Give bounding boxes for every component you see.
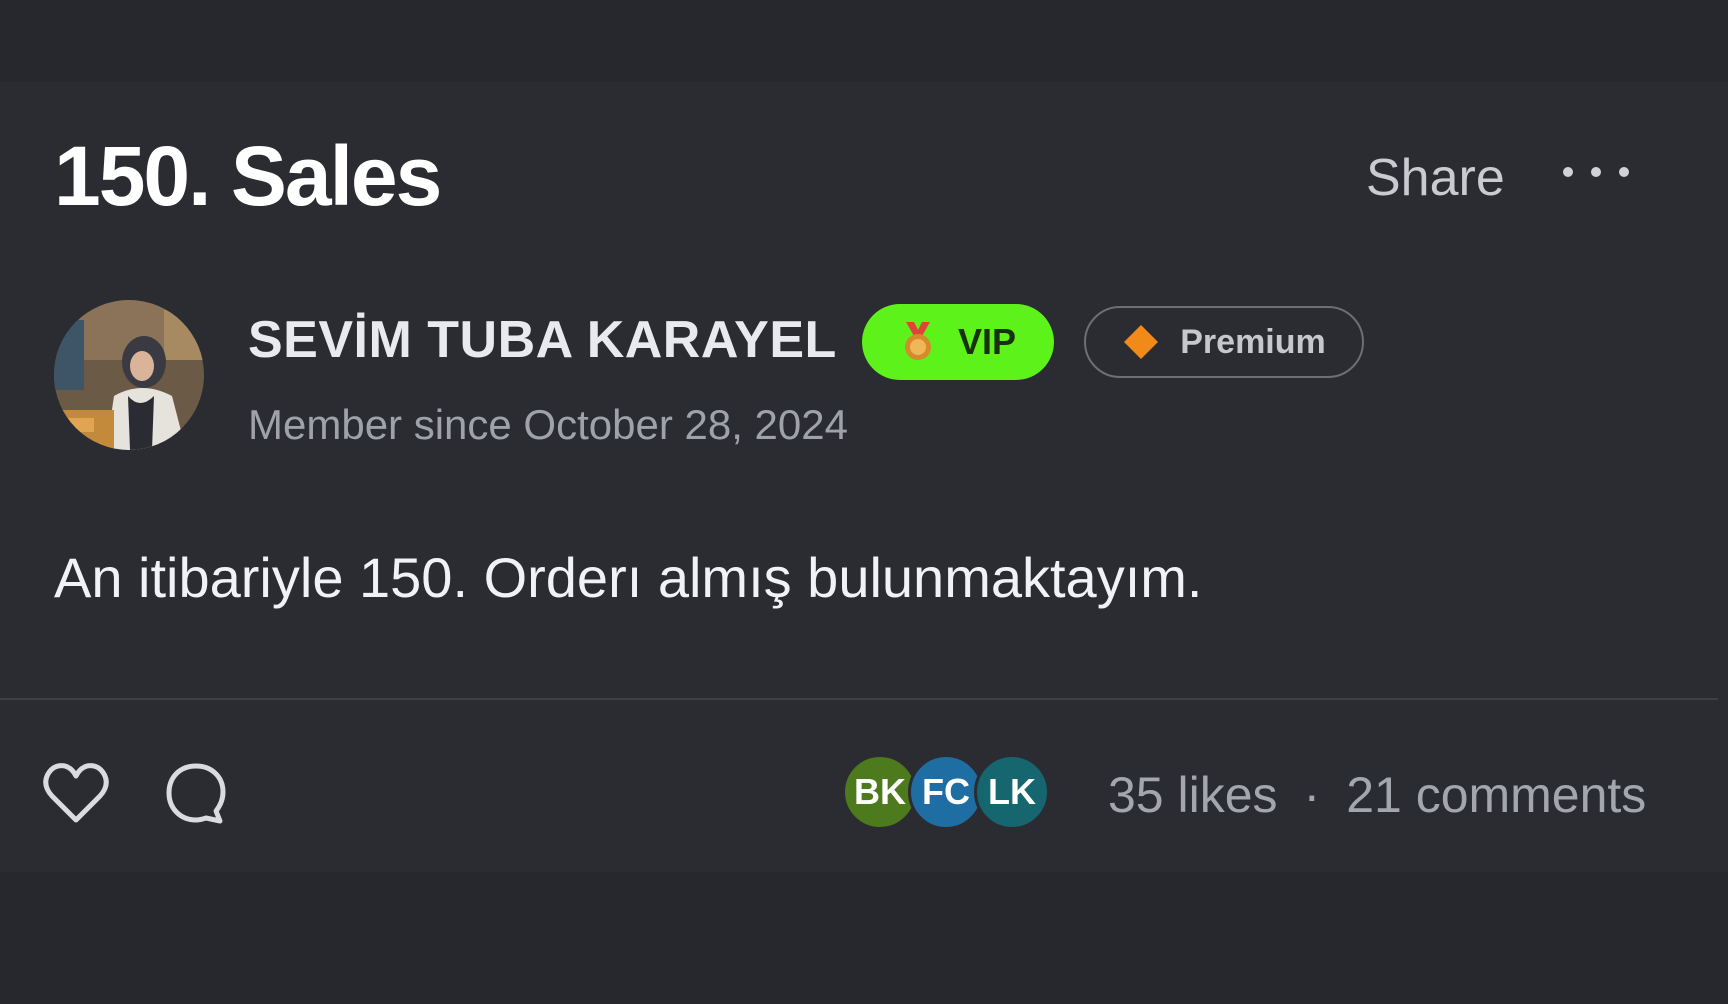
heart-icon — [43, 763, 109, 823]
liker-avatars[interactable]: BK FC LK — [842, 754, 1050, 832]
vip-label: VIP — [957, 321, 1017, 362]
more-dots-icon — [1563, 167, 1629, 177]
liker-initials: FC — [922, 771, 970, 812]
member-since-text: Member since October 28, 2024 — [248, 401, 848, 448]
more-options-button[interactable] — [1546, 144, 1646, 200]
likes-count[interactable]: 35 likes — [1108, 770, 1278, 820]
author-avatar[interactable] — [54, 300, 204, 450]
vip-badge: VIP — [862, 304, 1054, 380]
post-header: 150. Sales Share — [0, 82, 1690, 260]
divider — [0, 698, 1718, 700]
liker-initials: LK — [988, 771, 1036, 812]
post-body: An itibariyle 150. Orderı almış bulunmak… — [54, 546, 1203, 609]
post-card: 150. Sales Share SEVİM TUBA KARAYEL VIP … — [0, 82, 1728, 872]
stats-separator: · — [1303, 767, 1321, 823]
author-photo — [54, 300, 204, 450]
comment-bubble-icon — [166, 763, 226, 824]
engagement-stats: 35 likes · 21 comments — [1108, 770, 1646, 820]
premium-badge: Premium — [1084, 306, 1364, 378]
page: 150. Sales Share SEVİM TUBA KARAYEL VIP … — [0, 0, 1728, 1004]
liker-avatar: FC — [908, 754, 984, 830]
liker-avatar: BK — [842, 754, 918, 830]
comments-count[interactable]: 21 comments — [1346, 770, 1646, 820]
liker-initials: BK — [854, 771, 906, 812]
diamond-icon — [1124, 325, 1159, 359]
like-button[interactable] — [40, 758, 112, 830]
liker-avatar: LK — [974, 754, 1050, 830]
medal-icon — [904, 322, 931, 360]
share-button[interactable]: Share — [1366, 152, 1505, 204]
premium-label: Premium — [1180, 323, 1326, 361]
author-name[interactable]: SEVİM TUBA KARAYEL — [248, 314, 837, 366]
comment-button[interactable] — [160, 758, 232, 830]
post-title: 150. Sales — [54, 129, 442, 223]
